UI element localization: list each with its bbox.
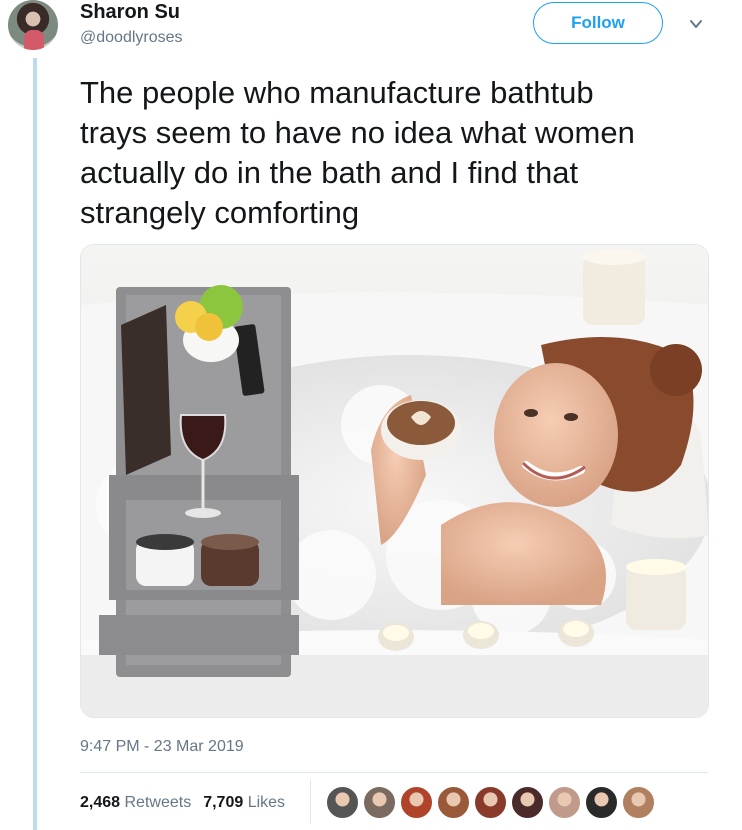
liker-avatars [326,786,659,820]
liker-avatar[interactable] [326,786,359,819]
liker-avatar[interactable] [511,786,544,819]
tweet-stats: 2,468 Retweets 7,709 Likes [80,794,285,812]
likes-stat[interactable]: 7,709 Likes [203,794,285,811]
follow-button[interactable]: Follow [533,2,663,44]
author-handle[interactable]: @doodlyroses [80,29,183,47]
tweet-photo[interactable] [80,244,709,718]
tweet-line: trays seem to have no idea what women [80,115,635,150]
liker-avatar[interactable] [585,786,618,819]
tweet-line: actually do in the bath and I find that [80,155,579,190]
retweets-label: Retweets [124,794,192,811]
divider [80,772,708,773]
thread-line [33,58,37,830]
liker-avatar[interactable] [363,786,396,819]
stats-separator [310,780,311,824]
author-avatar[interactable] [8,0,58,50]
likes-count: 7,709 [203,794,244,811]
liker-avatar[interactable] [474,786,507,819]
likes-label: Likes [247,794,286,811]
tweet-timestamp[interactable]: 9:47 PM - 23 Mar 2019 [80,738,244,756]
author-name[interactable]: Sharon Su [80,1,180,24]
retweets-stat[interactable]: 2,468 Retweets [80,794,191,811]
liker-avatar[interactable] [622,786,655,819]
retweets-count: 2,468 [80,794,121,811]
liker-avatar[interactable] [548,786,581,819]
liker-avatar[interactable] [400,786,433,819]
tweet-line: The people who manufacture bathtub [80,75,594,110]
tweet-text: The people who manufacture bathtub trays… [80,73,720,233]
liker-avatar[interactable] [437,786,470,819]
chevron-down-icon[interactable] [688,16,704,32]
tweet-line: strangely comforting [80,195,360,230]
